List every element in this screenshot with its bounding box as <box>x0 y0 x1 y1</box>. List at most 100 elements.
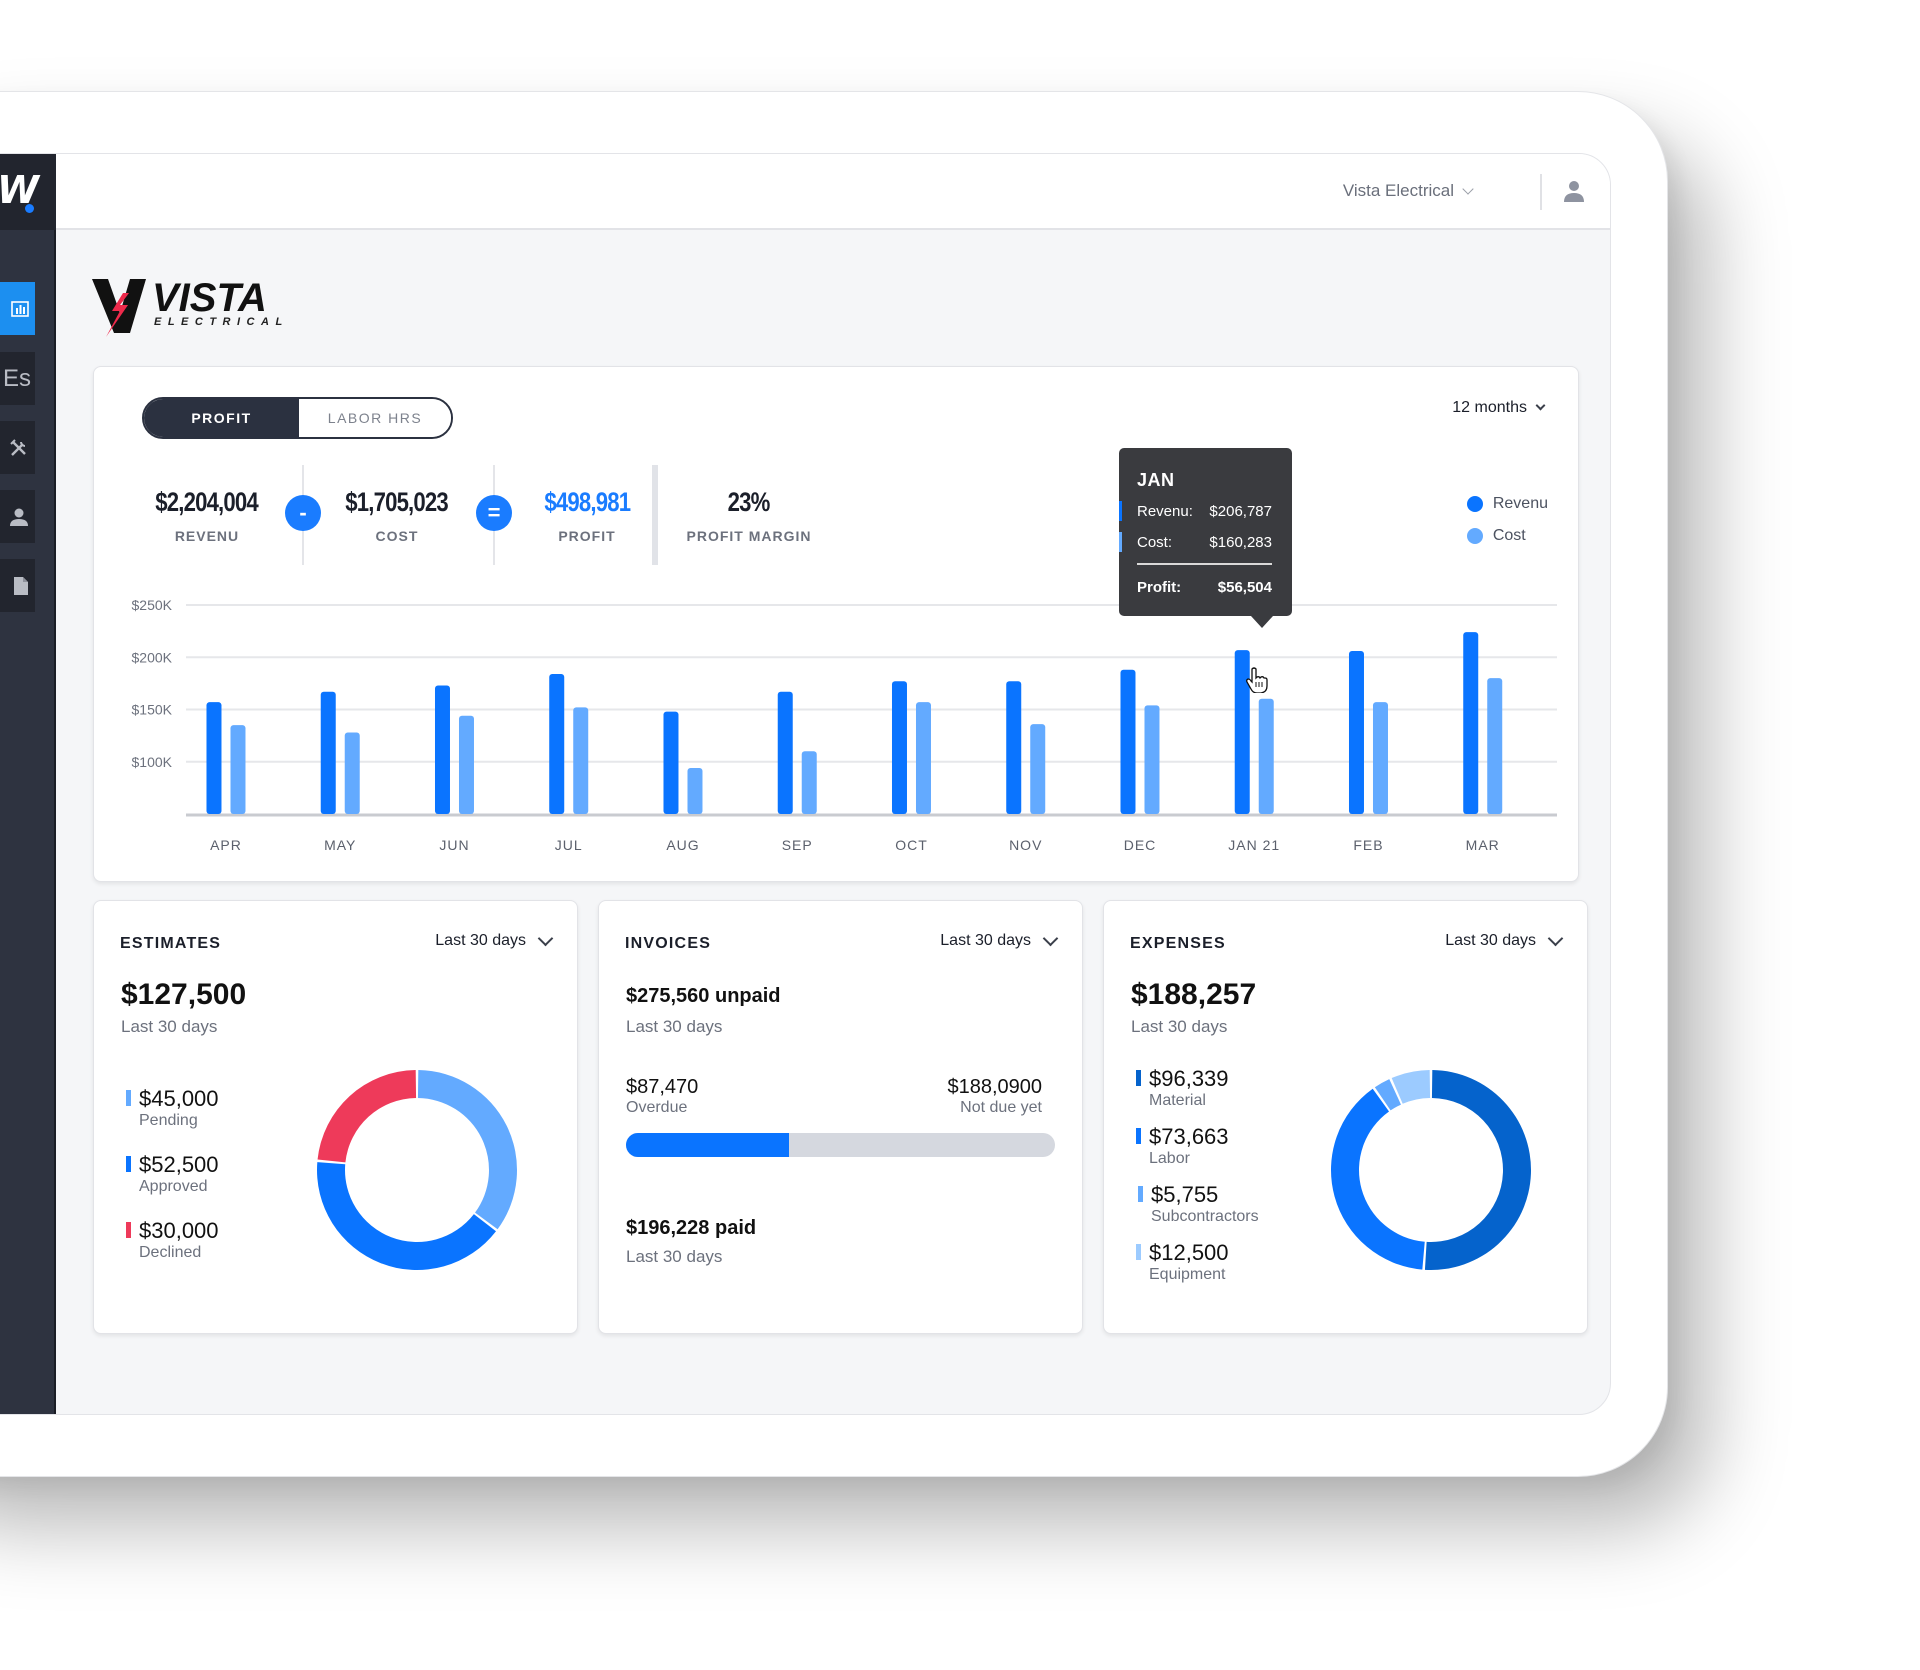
bar-revenu-jul[interactable] <box>549 673 565 814</box>
document-icon <box>14 576 28 595</box>
legend-item-subcontractors: $5,755 Subcontractors <box>1138 1182 1259 1226</box>
estimates-total-sub: Last 30 days <box>121 1017 218 1036</box>
bar-revenu-nov[interactable] <box>1006 681 1022 814</box>
donut-slice-declined[interactable] <box>317 1070 417 1163</box>
x-tick-label: JUL <box>555 837 583 853</box>
bar-cost-jan-21[interactable] <box>1258 698 1274 814</box>
brand-logo[interactable]: W <box>0 154 56 230</box>
legend-item-pending: $45,000 Pending <box>126 1086 219 1130</box>
x-tick-label: NOV <box>1009 837 1042 853</box>
sidebar-item-documents[interactable] <box>0 559 35 612</box>
tooltip-separator <box>1137 563 1272 565</box>
bar-revenu-aug[interactable] <box>663 711 679 814</box>
chevron-down-icon <box>1042 930 1059 946</box>
tooltip-label: Profit: <box>1137 579 1182 596</box>
sidebar-item-tools[interactable] <box>0 421 35 474</box>
sidebar-item-people[interactable] <box>0 490 35 543</box>
bar-revenu-mar[interactable] <box>1463 632 1479 814</box>
sidebar-item-estimates[interactable]: Es <box>0 352 35 405</box>
donut-slice-material[interactable] <box>1424 1070 1531 1270</box>
company-selector[interactable]: Vista Electrical <box>1342 181 1474 201</box>
x-tick-label: AUG <box>666 837 699 853</box>
range-label: Last 30 days <box>435 932 526 949</box>
profit-chart-card: PROFIT LABOR HRS 12 months $2,204,004 RE… <box>93 366 1579 882</box>
x-tick-label: JUN <box>439 837 469 853</box>
bar-cost-feb[interactable] <box>1372 702 1388 814</box>
x-tick-label: DEC <box>1124 837 1157 853</box>
top-bar: Vista Electrical <box>56 154 1610 230</box>
user-icon[interactable] <box>1562 179 1586 203</box>
tooltip-row-cost: Cost: $160,283 <box>1119 532 1272 552</box>
invoices-paid-sub: Last 30 days <box>626 1247 723 1266</box>
tooltip-marker <box>1119 501 1122 521</box>
legend-swatch <box>1138 1186 1143 1202</box>
bar-revenu-sep[interactable] <box>777 691 793 814</box>
bar-cost-oct[interactable] <box>915 702 931 814</box>
donut-slice-pending[interactable] <box>417 1070 517 1230</box>
bar-cost-nov[interactable] <box>1030 724 1046 814</box>
company-selector-label: Vista Electrical <box>1342 181 1454 200</box>
invoices-range-selector[interactable]: Last 30 days <box>940 930 1059 950</box>
invoices-breakdown: $87,470 Overdue $188,0900 Not due yet <box>626 1076 1042 1117</box>
company-logo: VISTA ELECTRICAL <box>92 276 287 337</box>
bar-revenu-feb[interactable] <box>1348 650 1364 814</box>
legend-value: $96,339 <box>1149 1066 1229 1091</box>
estimates-legend: $45,000 Pending $52,500 Approved $30,000… <box>126 1086 219 1262</box>
bar-cost-dec[interactable] <box>1144 705 1160 814</box>
bar-cost-mar[interactable] <box>1487 678 1503 814</box>
bar-revenu-oct[interactable] <box>891 681 907 814</box>
estimates-title: ESTIMATES <box>120 935 222 952</box>
estimates-donut-chart <box>317 1070 517 1270</box>
legend-value: $12,500 <box>1149 1240 1229 1265</box>
legend-label: Equipment <box>1149 1266 1226 1283</box>
expenses-title: EXPENSES <box>1130 935 1226 952</box>
bar-cost-jul[interactable] <box>573 707 589 814</box>
expenses-legend: $96,339 Material $73,663 Labor $5,755 Su… <box>1136 1066 1259 1284</box>
legend-value: $52,500 <box>139 1152 219 1177</box>
legend-label: Subcontractors <box>1151 1208 1259 1225</box>
legend-swatch <box>1136 1244 1141 1260</box>
tools-icon <box>10 438 26 456</box>
estimates-range-selector[interactable]: Last 30 days <box>435 930 554 950</box>
invoices-progress-bar <box>626 1133 1055 1157</box>
expenses-range-selector[interactable]: Last 30 days <box>1445 930 1564 950</box>
bar-cost-jun[interactable] <box>458 715 474 814</box>
tooltip-row-revenu: Revenu: $206,787 <box>1119 501 1272 521</box>
brand-dot <box>25 204 34 213</box>
bar-revenu-may[interactable] <box>320 691 336 814</box>
bar-cost-aug[interactable] <box>687 768 703 814</box>
legend-item-approved: $52,500 Approved <box>126 1152 219 1196</box>
donut-slice-labor[interactable] <box>1331 1088 1425 1270</box>
bar-cost-sep[interactable] <box>801 751 817 814</box>
y-tick-label: $100K <box>132 754 173 770</box>
legend-value: $45,000 <box>139 1086 219 1111</box>
logo-subtitle: ELECTRICAL <box>154 316 287 328</box>
bar-revenu-apr[interactable] <box>206 702 222 814</box>
bar-revenu-dec[interactable] <box>1120 669 1136 814</box>
overdue-progress-fill <box>626 1133 790 1157</box>
bar-cost-apr[interactable] <box>230 725 246 814</box>
hand-cursor-icon <box>1246 667 1268 693</box>
y-tick-label: $250K <box>132 597 173 613</box>
app-screen: W Es Vista Electrical VISTA ELECTRICAL P… <box>0 153 1611 1415</box>
legend-value: $5,755 <box>1151 1182 1219 1207</box>
legend-swatch <box>126 1156 131 1172</box>
not-due-label: Not due yet <box>960 1099 1042 1116</box>
legend-swatch <box>126 1222 131 1238</box>
invoices-paid: $196,228 paid <box>626 1217 757 1239</box>
chevron-down-icon <box>1547 930 1564 946</box>
bar-cost-may[interactable] <box>344 732 360 814</box>
legend-item-labor: $73,663 Labor <box>1136 1124 1257 1168</box>
range-label: Last 30 days <box>1445 932 1536 949</box>
x-tick-label: JAN 21 <box>1228 837 1280 853</box>
invoices-overdue: $87,470 Overdue <box>626 1076 698 1117</box>
legend-swatch <box>1136 1070 1141 1086</box>
tooltip-label: Revenu: <box>1137 503 1193 520</box>
tooltip-title: JAN <box>1137 470 1175 490</box>
bar-revenu-jun[interactable] <box>434 685 450 814</box>
bar-chart-icon <box>11 300 29 317</box>
x-tick-label: MAR <box>1466 837 1500 853</box>
sidebar-item-dashboard[interactable] <box>0 282 35 335</box>
donut-slice-approved[interactable] <box>317 1162 497 1270</box>
legend-label: Labor <box>1149 1150 1190 1167</box>
